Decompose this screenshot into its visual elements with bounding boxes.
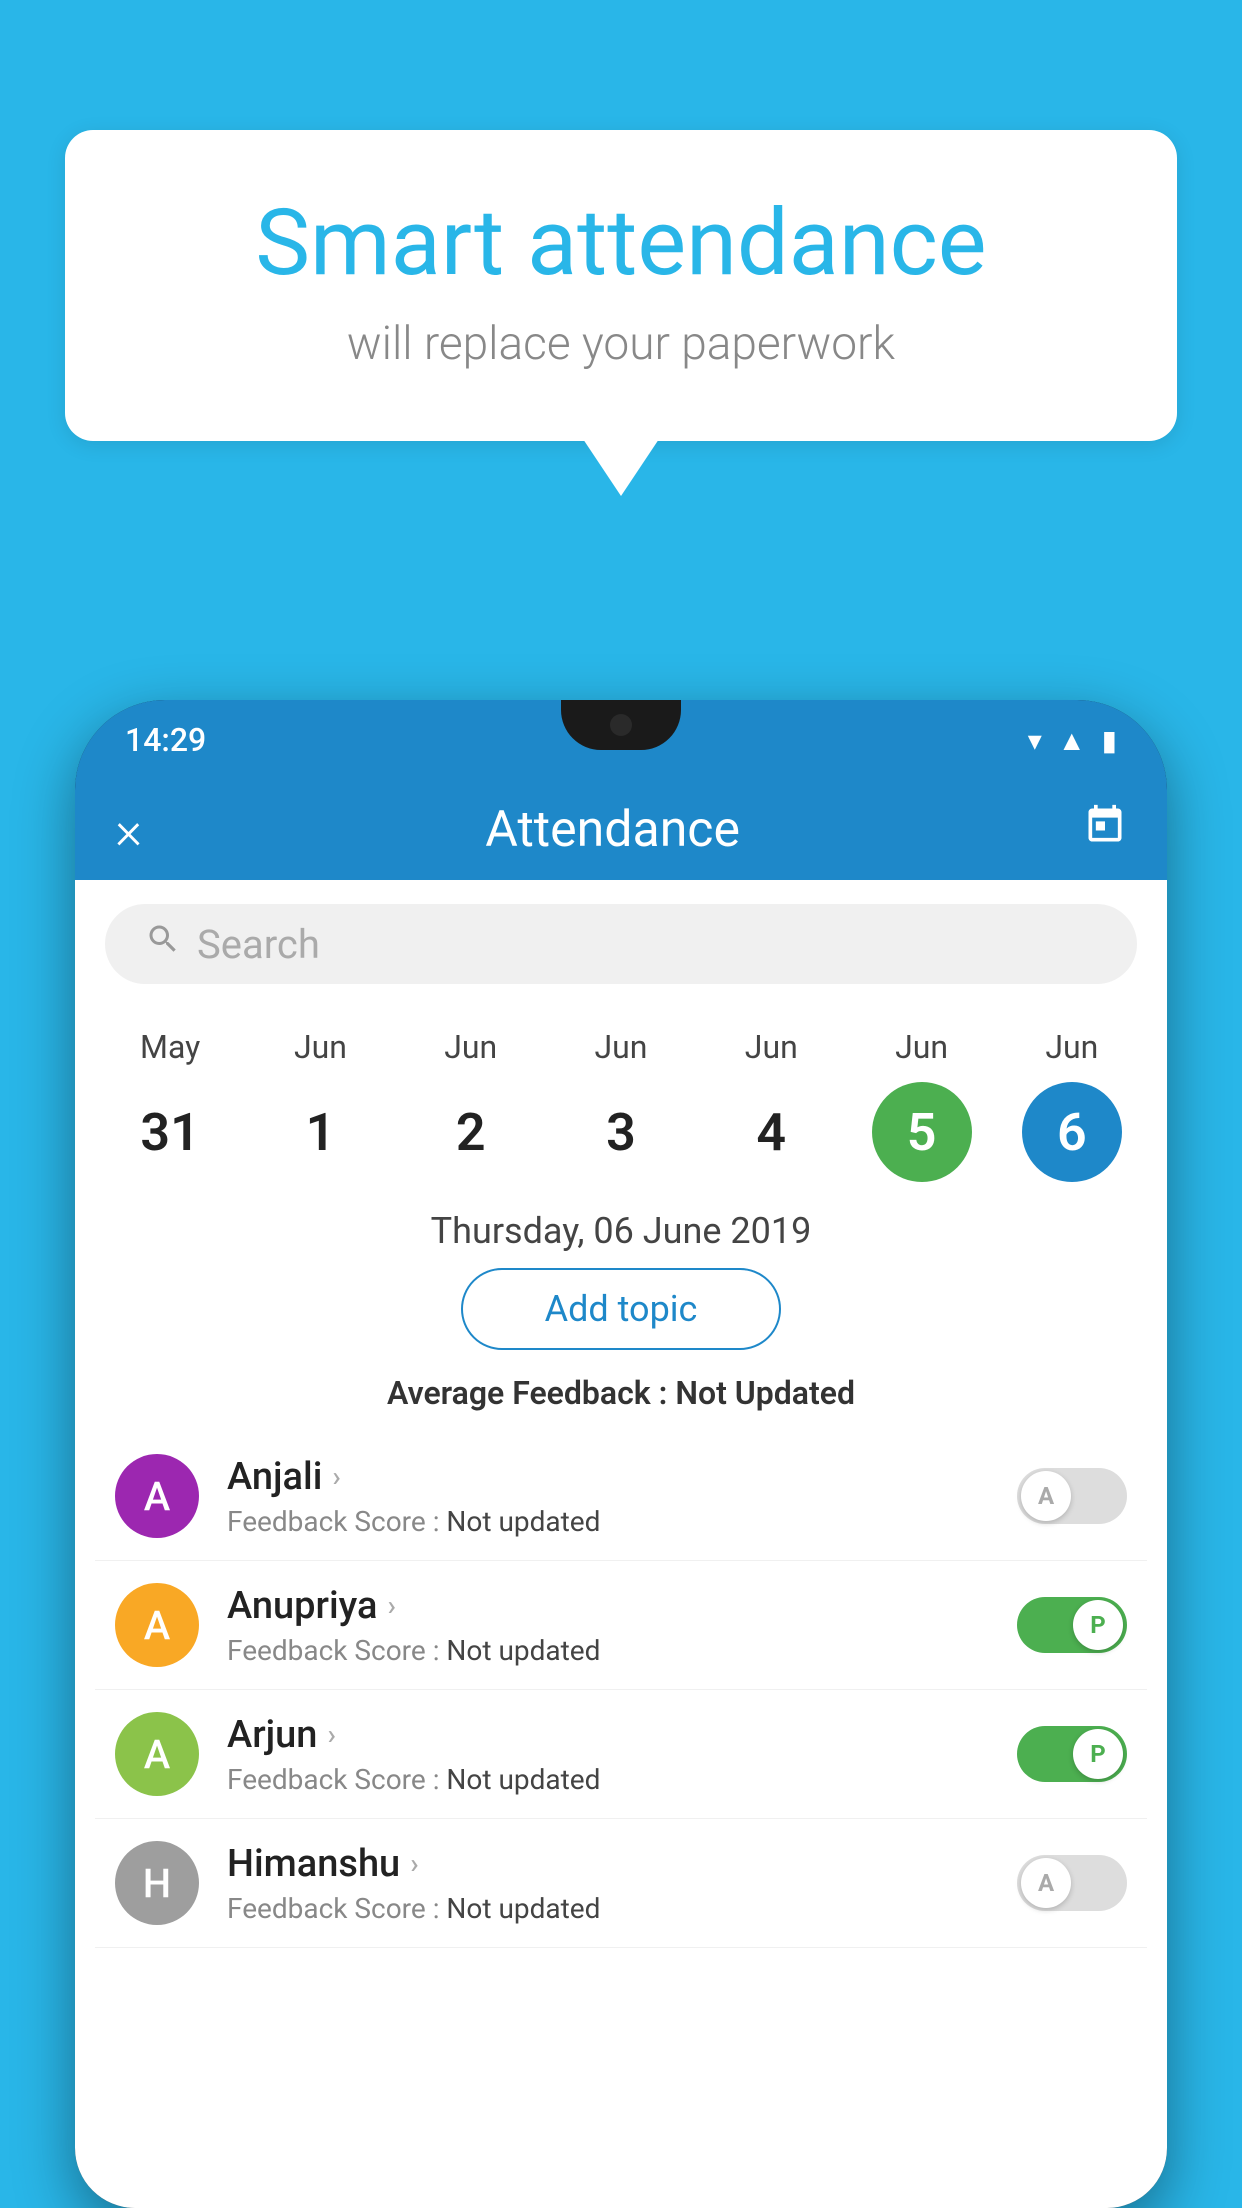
student-info: Himanshu › Feedback Score : Not updated (227, 1842, 1017, 1925)
calendar-date-item[interactable]: Jun 1 (255, 1028, 385, 1182)
search-icon (145, 921, 181, 967)
feedback-value: Not updated (446, 1634, 600, 1667)
speech-bubble-title: Smart attendance (145, 190, 1097, 297)
calendar-date-item[interactable]: Jun 3 (556, 1028, 686, 1182)
search-bar[interactable]: Search (105, 904, 1137, 984)
calendar-date-item[interactable]: May 31 (105, 1028, 235, 1182)
feedback-value: Not updated (446, 1763, 600, 1796)
date-number: 4 (721, 1082, 821, 1182)
attendance-toggle[interactable]: A (1017, 1468, 1127, 1524)
add-topic-button[interactable]: Add topic (461, 1268, 781, 1350)
speech-bubble-container: Smart attendance will replace your paper… (65, 130, 1177, 441)
student-name: Anupriya › (227, 1584, 1017, 1628)
status-bar: 14:29 ▾ ▲ ▮ (75, 700, 1167, 780)
avg-feedback-prefix: Average Feedback : (387, 1374, 675, 1412)
phone-notch (561, 700, 681, 750)
student-name: Himanshu › (227, 1842, 1017, 1886)
attendance-toggle[interactable]: A (1017, 1855, 1127, 1911)
student-feedback: Feedback Score : Not updated (227, 1634, 1017, 1667)
toggle-knob: A (1021, 1858, 1071, 1908)
toggle-container: A (1017, 1468, 1127, 1524)
list-item[interactable]: H Himanshu › Feedback Score : Not updatedA (95, 1819, 1147, 1948)
toggle-knob: A (1021, 1471, 1071, 1521)
chevron-right-icon: › (332, 1460, 340, 1493)
student-info: Arjun › Feedback Score : Not updated (227, 1713, 1017, 1796)
student-info: Anupriya › Feedback Score : Not updated (227, 1584, 1017, 1667)
close-button[interactable]: × (115, 800, 142, 861)
avatar: H (115, 1841, 199, 1925)
calendar-date-row: May 31 Jun 1 Jun 2 Jun 3 Jun 4 Jun 5 Jun 6 (75, 1008, 1167, 1182)
student-feedback: Feedback Score : Not updated (227, 1505, 1017, 1538)
status-icons: ▾ ▲ ▮ (1028, 724, 1117, 757)
date-number: 31 (120, 1082, 220, 1182)
date-month: Jun (294, 1028, 347, 1066)
calendar-date-item[interactable]: Jun 5 (857, 1028, 987, 1182)
date-number: 3 (571, 1082, 671, 1182)
toggle-container: A (1017, 1855, 1127, 1911)
attendance-toggle[interactable]: P (1017, 1597, 1127, 1653)
header-title: Attendance (485, 801, 740, 859)
speech-bubble: Smart attendance will replace your paper… (65, 130, 1177, 441)
toggle-knob: P (1073, 1600, 1123, 1650)
avg-feedback: Average Feedback : Not Updated (75, 1374, 1167, 1412)
student-feedback: Feedback Score : Not updated (227, 1763, 1017, 1796)
date-month: Jun (895, 1028, 948, 1066)
battery-icon: ▮ (1102, 724, 1117, 757)
date-number: 6 (1022, 1082, 1122, 1182)
phone-frame: 14:29 ▾ ▲ ▮ × Attendance (75, 700, 1167, 2208)
chevron-right-icon: › (327, 1718, 335, 1751)
student-name: Arjun › (227, 1713, 1017, 1757)
date-month: Jun (745, 1028, 798, 1066)
phone-content: Search May 31 Jun 1 Jun 2 Jun 3 Jun 4 Jun 5 Jun 6 Thu… (75, 880, 1167, 2208)
avatar: A (115, 1454, 199, 1538)
list-item[interactable]: A Arjun › Feedback Score : Not updated P (95, 1690, 1147, 1819)
chevron-right-icon: › (410, 1847, 418, 1880)
date-number: 1 (270, 1082, 370, 1182)
wifi-icon: ▾ (1028, 724, 1042, 757)
date-month: May (140, 1028, 200, 1066)
calendar-date-item[interactable]: Jun 4 (706, 1028, 836, 1182)
date-number: 5 (872, 1082, 972, 1182)
list-item[interactable]: AAnjali ›Feedback Score : Not updatedA (95, 1432, 1147, 1561)
calendar-icon[interactable] (1083, 803, 1127, 858)
selected-date-label: Thursday, 06 June 2019 (75, 1182, 1167, 1268)
avatar: A (115, 1712, 199, 1796)
status-time: 14:29 (125, 721, 206, 759)
search-placeholder: Search (197, 921, 320, 968)
toggle-container: P (1017, 1726, 1127, 1782)
signal-icon: ▲ (1058, 724, 1086, 757)
date-number: 2 (421, 1082, 521, 1182)
app-header: × Attendance (75, 780, 1167, 880)
front-camera (610, 714, 632, 736)
student-info: Anjali › Feedback Score : Not updated (227, 1455, 1017, 1538)
student-name: Anjali › (227, 1455, 1017, 1499)
date-month: Jun (595, 1028, 648, 1066)
chevron-right-icon: › (387, 1589, 395, 1622)
avg-feedback-value: Not Updated (675, 1374, 855, 1412)
speech-bubble-subtitle: will replace your paperwork (145, 317, 1097, 371)
calendar-date-item[interactable]: Jun 2 (406, 1028, 536, 1182)
student-list: AAnjali ›Feedback Score : Not updatedAAA… (75, 1432, 1167, 1948)
feedback-value: Not updated (446, 1892, 600, 1925)
date-month: Jun (444, 1028, 497, 1066)
feedback-value: Not updated (446, 1505, 600, 1538)
date-month: Jun (1045, 1028, 1098, 1066)
toggle-knob: P (1073, 1729, 1123, 1779)
list-item[interactable]: A Anupriya › Feedback Score : Not updated P (95, 1561, 1147, 1690)
calendar-date-item[interactable]: Jun 6 (1007, 1028, 1137, 1182)
toggle-container: P (1017, 1597, 1127, 1653)
avatar: A (115, 1583, 199, 1667)
attendance-toggle[interactable]: P (1017, 1726, 1127, 1782)
student-feedback: Feedback Score : Not updated (227, 1892, 1017, 1925)
